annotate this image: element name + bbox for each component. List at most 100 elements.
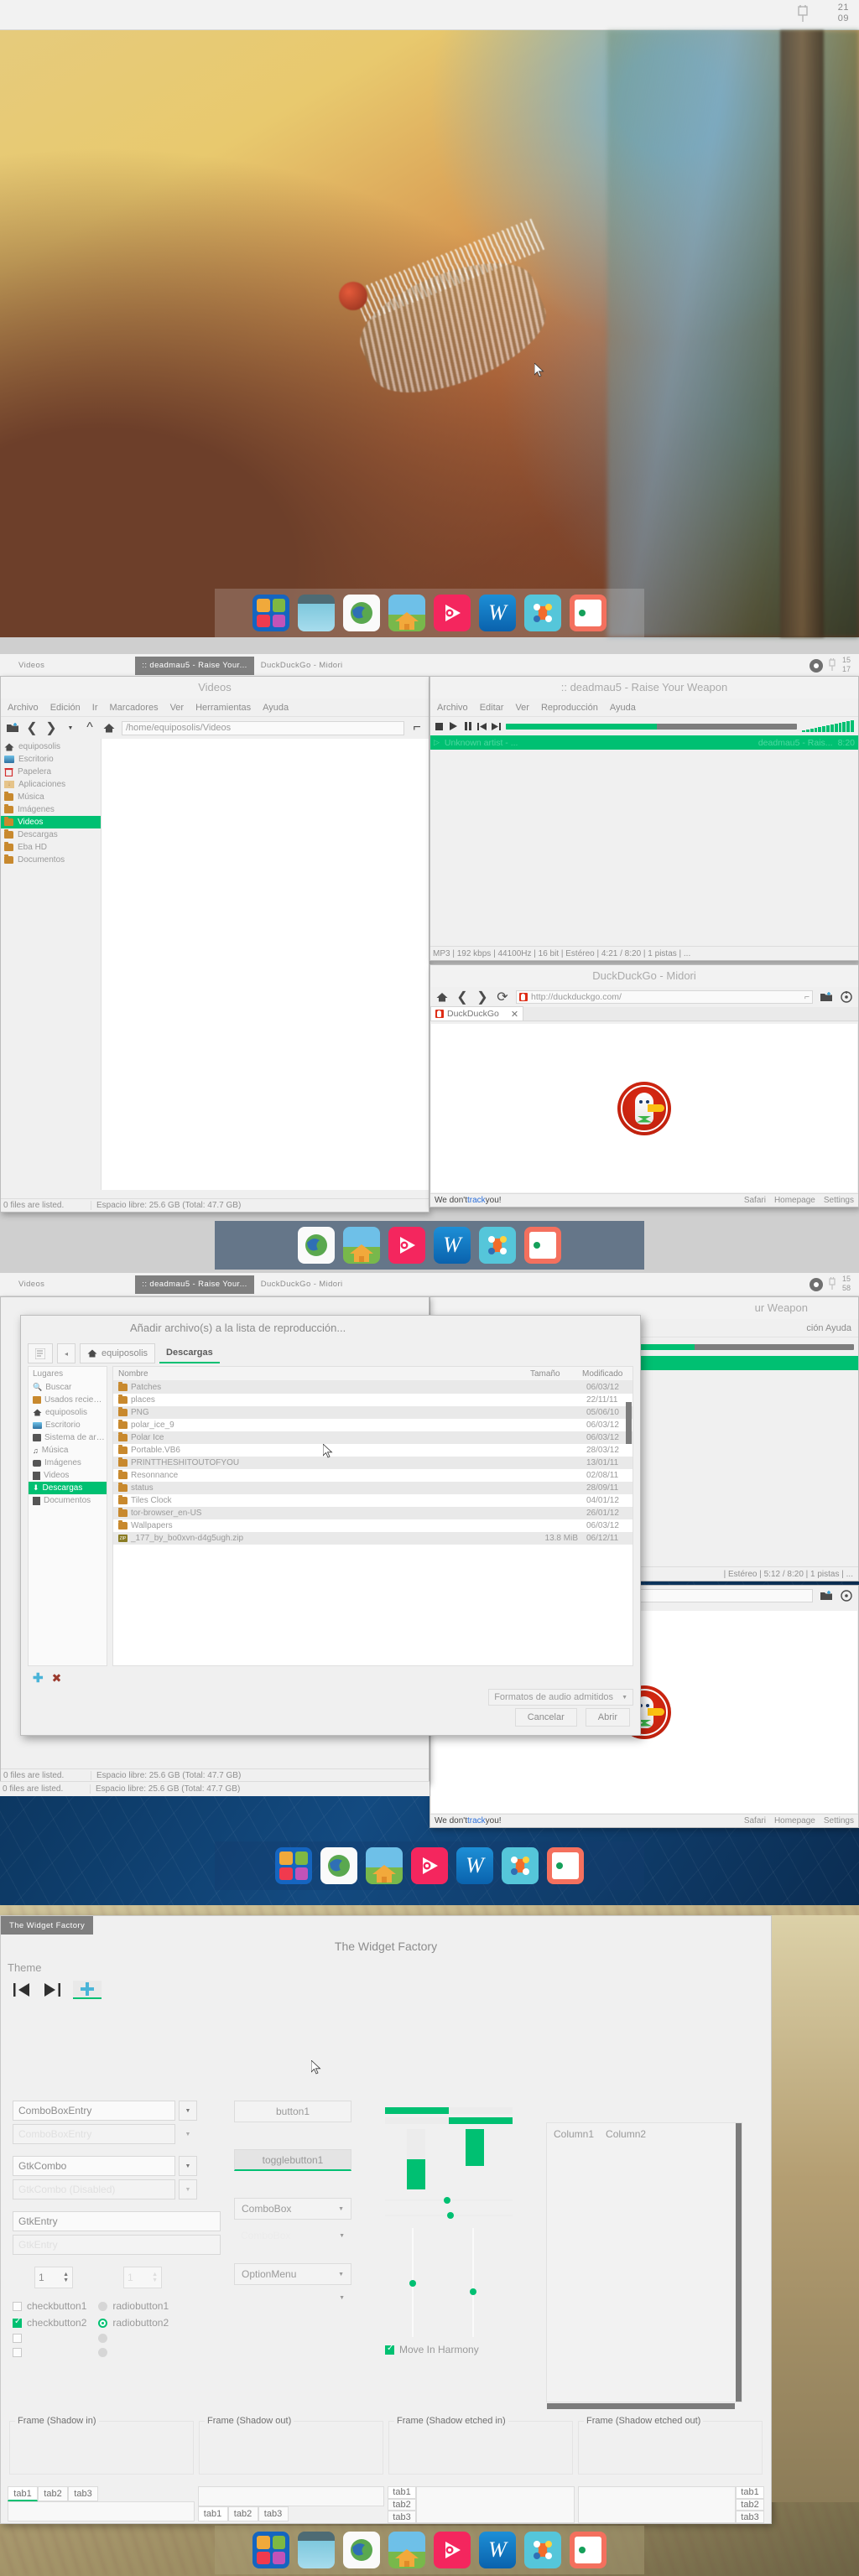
link-settings[interactable]: Settings	[824, 1816, 854, 1826]
togglebutton1[interactable]: togglebutton1	[234, 2149, 351, 2171]
place-videos[interactable]: Videos	[29, 1469, 107, 1482]
remove-bookmark-icon[interactable]: ✖	[52, 1671, 62, 1685]
checkbutton4[interactable]	[13, 2348, 86, 2357]
close-icon[interactable]: ✕	[511, 1009, 518, 1020]
menu-archivo[interactable]: Archivo	[8, 703, 39, 713]
treeview[interactable]: Column1 Column2	[546, 2122, 742, 2409]
optionmenu[interactable]: OptionMenu ▼	[234, 2263, 351, 2285]
gtk-entry-input[interactable]: GtkEntry	[13, 2211, 221, 2231]
path-input[interactable]: /home/equiposolis/Videos	[122, 720, 404, 735]
type-path-button[interactable]	[28, 1343, 53, 1363]
link-homepage[interactable]: Homepage	[774, 1196, 815, 1205]
seek-slider[interactable]	[506, 723, 797, 730]
settings-gear-icon[interactable]	[840, 990, 853, 1004]
column2-header[interactable]: Column2	[606, 2128, 646, 2140]
move-in-harmony-checkbox[interactable]: Move In Harmony	[385, 2344, 513, 2355]
xchat-icon[interactable]	[479, 1227, 516, 1264]
vslider-2[interactable]	[470, 2228, 476, 2337]
home-folder-icon[interactable]	[388, 595, 425, 631]
place-musica[interactable]: ♫ Música	[29, 1444, 107, 1457]
chevron-down-icon[interactable]: ▼	[179, 2156, 197, 2176]
web-browser-icon[interactable]	[298, 1227, 335, 1264]
history-dropdown-icon[interactable]: ▼	[64, 721, 77, 735]
t3[interactable]: tab3	[736, 2511, 764, 2524]
file-row[interactable]: places 22/11/11	[113, 1394, 633, 1406]
link-safari[interactable]: Safari	[744, 1196, 766, 1205]
t2[interactable]: tab2	[736, 2498, 764, 2511]
xchat-icon[interactable]	[502, 1847, 539, 1884]
media-player-icon[interactable]	[388, 1227, 425, 1264]
sidebar-item-documentos[interactable]: Documentos	[1, 854, 101, 866]
file-list-scrollbar[interactable]	[626, 1402, 632, 1444]
radiobutton2[interactable]: radiobutton2	[98, 2317, 169, 2329]
new-tab-icon[interactable]	[820, 990, 833, 1004]
t3[interactable]: tab3	[258, 2506, 289, 2521]
sidebar-item-descargas[interactable]: Descargas	[1, 828, 101, 841]
task-midori[interactable]: DuckDuckGo - Midori	[254, 1275, 350, 1294]
task-videos[interactable]: Videos	[12, 657, 51, 675]
task-midori[interactable]: DuckDuckGo - Midori	[254, 657, 350, 675]
panel-clock[interactable]: 21 09	[838, 3, 849, 24]
forward-icon[interactable]: ❯	[476, 990, 489, 1005]
home-icon[interactable]	[102, 721, 116, 735]
file-row[interactable]: Polar Ice 06/03/12	[113, 1431, 633, 1444]
button1[interactable]: button1	[234, 2101, 351, 2122]
vslider-1[interactable]	[409, 2228, 416, 2337]
menu-archivo[interactable]: Archivo	[437, 703, 468, 713]
task-audacious[interactable]: :: deadmau5 - Raise Your...	[135, 656, 254, 675]
up-icon[interactable]: ^	[83, 720, 96, 735]
media-player-icon[interactable]	[434, 2532, 471, 2568]
place-imagenes[interactable]: Imágenes	[29, 1457, 107, 1469]
sidebar-item-escritorio[interactable]: Escritorio	[1, 753, 101, 766]
back-icon[interactable]: ❮	[25, 721, 39, 735]
t2[interactable]: tab2	[388, 2498, 416, 2511]
column-tamano[interactable]: Tamaño	[530, 1367, 582, 1380]
url-expand-icon[interactable]: ⌐	[804, 992, 810, 1002]
applications-icon[interactable]	[252, 2532, 289, 2568]
menu-ver[interactable]: Ver	[170, 703, 185, 713]
t1[interactable]: tab1	[736, 2486, 764, 2499]
place-equiposolis[interactable]: equiposolis	[29, 1406, 107, 1419]
applications-icon[interactable]	[252, 595, 289, 631]
place-documentos[interactable]: Documentos	[29, 1494, 107, 1507]
hscale-1[interactable]	[385, 2107, 513, 2114]
terminal-icon[interactable]	[524, 1227, 561, 1264]
next-icon[interactable]	[492, 722, 501, 731]
menu-ver[interactable]: Ver	[515, 703, 529, 713]
breadcrumb-descargas[interactable]: Descargas	[159, 1343, 220, 1363]
place-usados-recientes[interactable]: Usados recie…	[29, 1394, 107, 1406]
reload-icon[interactable]: ⟳	[496, 990, 509, 1005]
tab2[interactable]: tab2	[38, 2486, 68, 2501]
checkbutton3[interactable]	[13, 2334, 86, 2343]
menu-herramientas[interactable]: Herramientas	[195, 703, 251, 713]
sidebar-item-videos[interactable]: Videos	[1, 816, 101, 828]
hslider-2[interactable]	[385, 2212, 513, 2219]
disk-tray-icon[interactable]	[809, 658, 824, 673]
place-sistema-archivos[interactable]: Sistema de ar…	[29, 1431, 107, 1444]
open-button[interactable]: Abrir	[585, 1708, 630, 1727]
tab3[interactable]: tab3	[68, 2486, 98, 2501]
sidebar-item-eba-hd[interactable]: Eba HD	[1, 841, 101, 854]
status-track-link[interactable]: track	[467, 1816, 486, 1826]
file-row[interactable]: Resonnance 02/08/11	[113, 1469, 633, 1482]
playlist-row[interactable]: ▷ Unknown artist - ... deadmau5 - Rais..…	[430, 735, 858, 750]
applications-icon[interactable]	[275, 1847, 312, 1884]
forward-icon[interactable]: ❯	[44, 721, 58, 735]
task-videos[interactable]: Videos	[12, 1275, 51, 1294]
stop-icon[interactable]	[435, 722, 444, 731]
file-row[interactable]: status 28/09/11	[113, 1482, 633, 1494]
chevron-down-icon[interactable]: ▼	[179, 2101, 197, 2121]
previous-icon[interactable]	[477, 722, 487, 731]
place-descargas[interactable]: ⬇ Descargas	[29, 1482, 107, 1494]
menu-ir[interactable]: Ir	[92, 703, 98, 713]
gtk-combo-input[interactable]: GtkCombo	[13, 2156, 175, 2176]
home-icon[interactable]	[435, 990, 449, 1004]
terminal-icon[interactable]	[570, 2532, 607, 2568]
radiobutton4[interactable]	[98, 2348, 169, 2357]
sidebar-item-aplicaciones[interactable]: ↓ Aplicaciones	[1, 778, 101, 791]
add-bookmark-icon[interactable]: ✚	[33, 1670, 44, 1685]
checkbutton2[interactable]: checkbutton2	[13, 2317, 86, 2329]
link-homepage[interactable]: Homepage	[774, 1816, 815, 1826]
place-escritorio[interactable]: Escritorio	[29, 1419, 107, 1431]
sidebar-item-papelera[interactable]: Papelera	[1, 766, 101, 778]
